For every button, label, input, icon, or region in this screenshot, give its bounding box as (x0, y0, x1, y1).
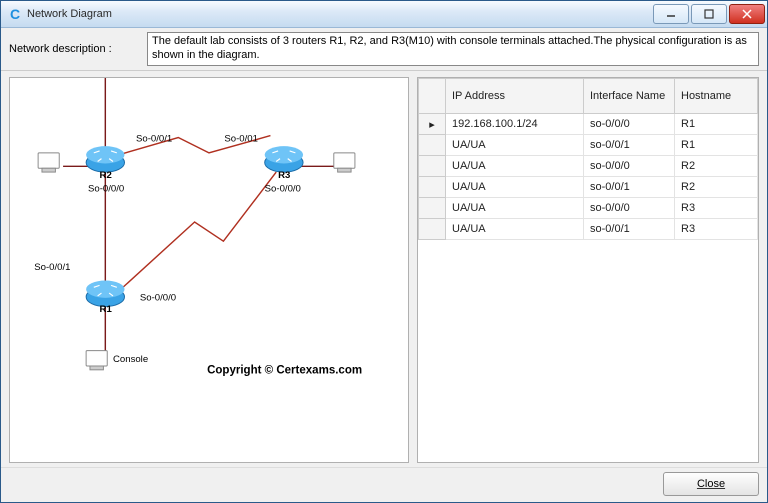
router-r2: R2 So-0/0/0 So-0/0/1 (86, 133, 172, 194)
cell-ip[interactable]: UA/UA (446, 156, 584, 177)
cell-hostname[interactable]: R1 (675, 135, 758, 156)
minimize-button[interactable] (653, 4, 689, 24)
cell-hostname[interactable]: R2 (675, 156, 758, 177)
svg-text:R2: R2 (100, 170, 112, 181)
window: C Network Diagram Network description : … (0, 0, 768, 503)
window-title: Network Diagram (27, 8, 651, 20)
svg-text:So-0/01: So-0/01 (224, 133, 258, 144)
app-icon: C (7, 6, 23, 22)
close-button[interactable]: Close (663, 472, 759, 496)
table-row[interactable]: UA/UAso-0/0/1R2 (419, 177, 758, 198)
cell-hostname[interactable]: R2 (675, 177, 758, 198)
maximize-button[interactable] (691, 4, 727, 24)
row-indicator (419, 135, 446, 156)
cell-hostname[interactable]: R3 (675, 219, 758, 240)
row-indicator (419, 219, 446, 240)
table-empty-area (418, 240, 758, 462)
svg-text:R1: R1 (100, 304, 113, 315)
cell-ip[interactable]: UA/UA (446, 219, 584, 240)
copyright-text: Copyright © Certexams.com (207, 365, 362, 377)
svg-text:So-0/0/0: So-0/0/0 (140, 293, 176, 304)
cell-interface[interactable]: so-0/0/0 (584, 156, 675, 177)
row-indicator: ▸ (419, 114, 446, 135)
table-row[interactable]: UA/UAso-0/0/1R3 (419, 219, 758, 240)
cell-interface[interactable]: so-0/0/1 (584, 177, 675, 198)
svg-text:Console: Console (113, 354, 148, 365)
description-label: Network description : (9, 32, 139, 66)
row-indicator (419, 198, 446, 219)
close-window-button[interactable] (729, 4, 765, 24)
col-hostname[interactable]: Hostname (675, 79, 758, 114)
cell-interface[interactable]: so-0/0/0 (584, 114, 675, 135)
footer: Close (1, 467, 767, 502)
row-indicator (419, 156, 446, 177)
table-panel: IP Address Interface Name Hostname ▸192.… (417, 77, 759, 463)
cell-ip[interactable]: UA/UA (446, 198, 584, 219)
svg-text:So-0/0/0: So-0/0/0 (265, 183, 301, 194)
address-table[interactable]: IP Address Interface Name Hostname ▸192.… (418, 78, 758, 240)
cell-ip[interactable]: 192.168.100.1/24 (446, 114, 584, 135)
row-selector-header (419, 79, 446, 114)
svg-text:R3: R3 (278, 170, 290, 181)
svg-text:So-0/0/0: So-0/0/0 (88, 183, 124, 194)
cell-ip[interactable]: UA/UA (446, 177, 584, 198)
table-row[interactable]: ▸192.168.100.1/24so-0/0/0R1 (419, 114, 758, 135)
cell-interface[interactable]: so-0/0/1 (584, 135, 675, 156)
col-interface[interactable]: Interface Name (584, 79, 675, 114)
router-r3: R3 So-0/0/0 So-0/01 (224, 133, 303, 194)
svg-text:So-0/0/1: So-0/0/1 (136, 133, 172, 144)
cell-interface[interactable]: so-0/0/0 (584, 198, 675, 219)
row-indicator (419, 177, 446, 198)
terminal-console: Console (86, 351, 148, 370)
terminal-left (38, 153, 59, 172)
cell-hostname[interactable]: R1 (675, 114, 758, 135)
svg-text:So-0/0/1: So-0/0/1 (34, 262, 70, 273)
cell-hostname[interactable]: R3 (675, 198, 758, 219)
diagram-panel: R2 So-0/0/0 So-0/0/1 R3 So-0/0/0 So-0/01 (9, 77, 409, 463)
table-row[interactable]: UA/UAso-0/0/1R1 (419, 135, 758, 156)
network-diagram: R2 So-0/0/0 So-0/0/1 R3 So-0/0/0 So-0/01 (10, 78, 408, 462)
description-row: Network description : The default lab co… (1, 28, 767, 71)
table-row[interactable]: UA/UAso-0/0/0R3 (419, 198, 758, 219)
titlebar[interactable]: C Network Diagram (1, 1, 767, 28)
cell-ip[interactable]: UA/UA (446, 135, 584, 156)
col-ip[interactable]: IP Address (446, 79, 584, 114)
table-row[interactable]: UA/UAso-0/0/0R2 (419, 156, 758, 177)
terminal-right (334, 153, 355, 172)
cell-interface[interactable]: so-0/0/1 (584, 219, 675, 240)
description-text[interactable]: The default lab consists of 3 routers R1… (147, 32, 759, 66)
